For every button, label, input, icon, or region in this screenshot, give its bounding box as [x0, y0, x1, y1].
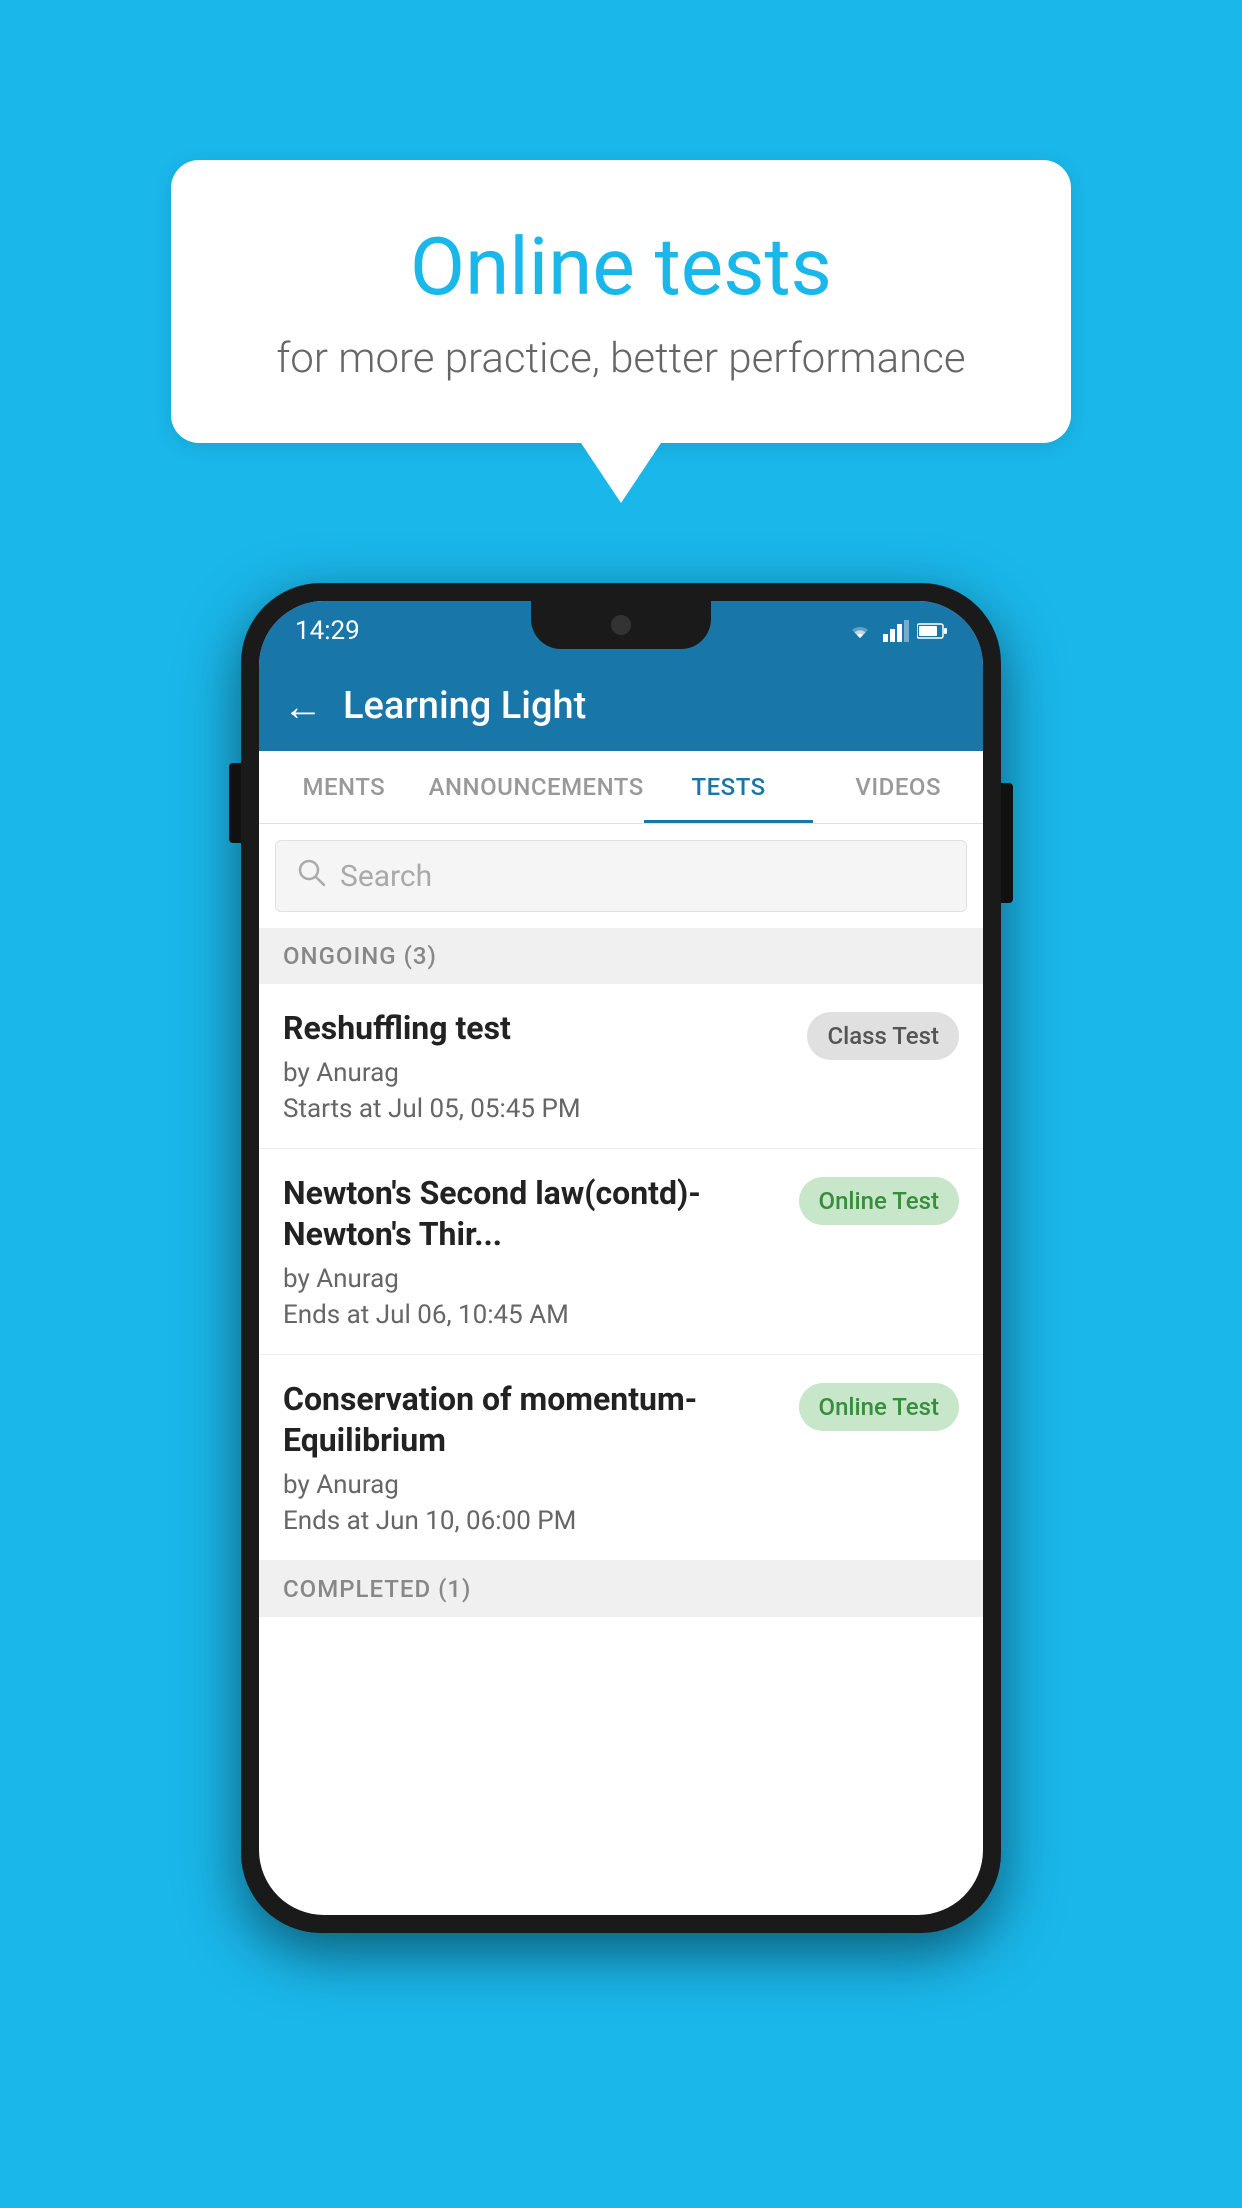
status-time: 14:29	[295, 616, 360, 646]
notch	[531, 601, 711, 649]
speech-bubble-arrow	[581, 443, 661, 503]
ongoing-section-header: ONGOING (3)	[259, 928, 983, 984]
tab-ments[interactable]: MENTS	[259, 751, 429, 823]
phone-frame: 14:29	[241, 583, 1001, 1933]
speech-bubble-subtitle: for more practice, better performance	[251, 334, 991, 383]
completed-section-header: COMPLETED (1)	[259, 1561, 983, 1617]
app-bar: ← Learning Light	[259, 661, 983, 751]
test-time: Starts at Jul 05, 05:45 PM	[283, 1094, 791, 1124]
test-info: Reshuffling test by Anurag Starts at Jul…	[283, 1008, 807, 1124]
test-item[interactable]: Reshuffling test by Anurag Starts at Jul…	[259, 984, 983, 1149]
signal-icon	[883, 620, 909, 642]
test-title: Conservation of momentum-Equilibrium	[283, 1379, 783, 1462]
test-by: by Anurag	[283, 1058, 791, 1088]
back-button[interactable]: ←	[283, 683, 323, 730]
test-title: Newton's Second law(contd)-Newton's Thir…	[283, 1173, 783, 1256]
signal-icons	[845, 620, 947, 642]
tab-announcements[interactable]: ANNOUNCEMENTS	[429, 751, 644, 823]
status-bar: 14:29	[259, 601, 983, 661]
test-item[interactable]: Conservation of momentum-Equilibrium by …	[259, 1355, 983, 1561]
tabs-bar: MENTS ANNOUNCEMENTS TESTS VIDEOS	[259, 751, 983, 824]
phone-screen: 14:29	[259, 601, 983, 1915]
test-by: by Anurag	[283, 1264, 783, 1294]
phone-wrapper: 14:29	[241, 583, 1001, 1933]
test-title: Reshuffling test	[283, 1008, 791, 1050]
battery-icon	[917, 622, 947, 640]
test-badge: Online Test	[799, 1383, 959, 1431]
test-item[interactable]: Newton's Second law(contd)-Newton's Thir…	[259, 1149, 983, 1355]
wifi-icon	[845, 620, 875, 642]
test-badge: Class Test	[807, 1012, 959, 1060]
search-icon	[296, 857, 326, 895]
tab-videos[interactable]: VIDEOS	[813, 751, 983, 823]
app-bar-title: Learning Light	[343, 684, 586, 728]
search-bar[interactable]: Search	[275, 840, 967, 912]
tab-tests[interactable]: TESTS	[644, 751, 814, 823]
speech-bubble-title: Online tests	[251, 220, 991, 314]
speech-bubble: Online tests for more practice, better p…	[171, 160, 1071, 443]
camera	[611, 615, 631, 635]
speech-bubble-wrapper: Online tests for more practice, better p…	[171, 160, 1071, 503]
test-time: Ends at Jun 10, 06:00 PM	[283, 1506, 783, 1536]
test-by: by Anurag	[283, 1470, 783, 1500]
test-time: Ends at Jul 06, 10:45 AM	[283, 1300, 783, 1330]
test-badge: Online Test	[799, 1177, 959, 1225]
search-placeholder: Search	[340, 859, 432, 894]
test-info: Conservation of momentum-Equilibrium by …	[283, 1379, 799, 1536]
test-info: Newton's Second law(contd)-Newton's Thir…	[283, 1173, 799, 1330]
